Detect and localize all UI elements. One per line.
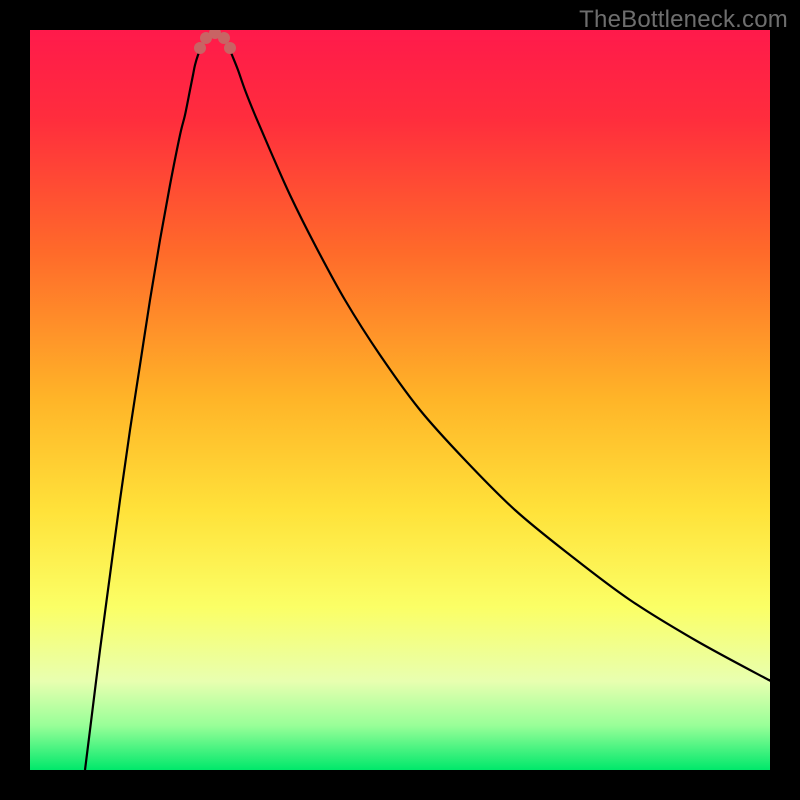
chart-frame [30,30,770,770]
gradient-background [30,30,770,770]
valley-marker-dot [224,42,236,54]
valley-marker-dot [194,42,206,54]
valley-marker-dot [218,32,230,44]
bottleneck-curve-chart [30,30,770,770]
